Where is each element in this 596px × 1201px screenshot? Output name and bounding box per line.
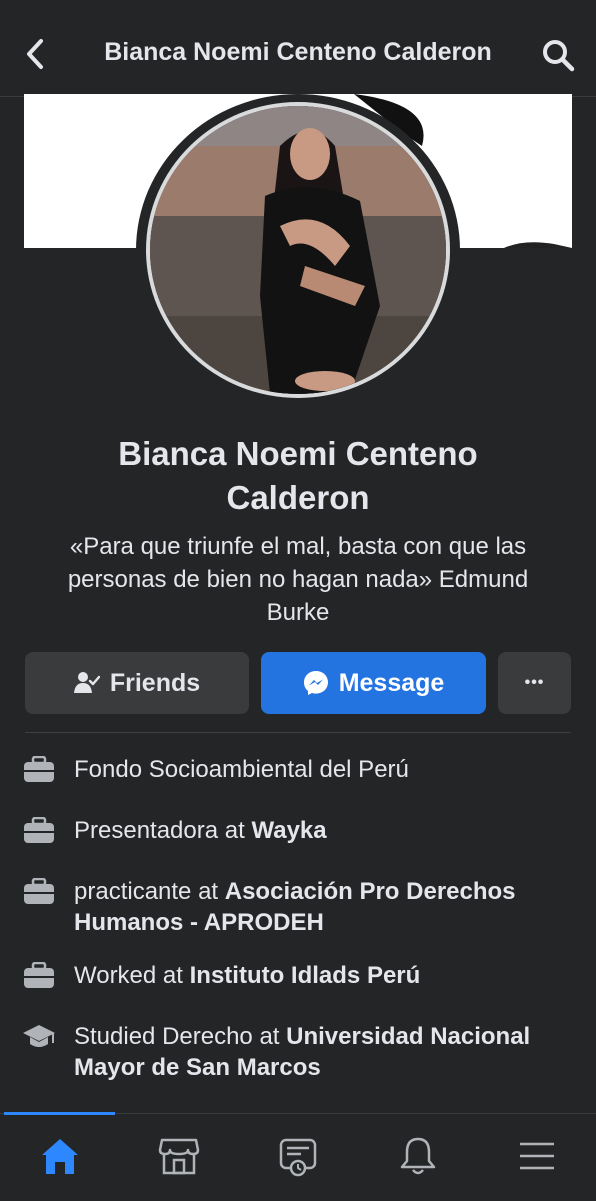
workplace-link-cont[interactable]: Humanos - APRODEH	[74, 909, 324, 936]
search-icon[interactable]	[540, 37, 576, 73]
workplace-link[interactable]: Wayka	[251, 817, 326, 844]
message-label: Message	[338, 668, 445, 697]
detail-text: Studied Derecho at Universidad Nacional …	[74, 1023, 531, 1081]
profile-name-line1: Bianca Noemi Centeno	[118, 435, 478, 472]
bottom-nav	[0, 1112, 596, 1201]
section-divider	[25, 732, 571, 733]
workplace-link[interactable]: Instituto Idlads Perú	[190, 962, 421, 989]
news-feed-icon[interactable]	[276, 1134, 320, 1178]
school-link-cont[interactable]: Mayor de San Marcos	[74, 1054, 321, 1081]
bio-line3: Burke	[266, 599, 330, 626]
detail-text: Worked at Instituto Idlads Perú	[74, 962, 421, 989]
profile-picture[interactable]	[146, 102, 450, 398]
workplace-link[interactable]: Asociación Pro Derechos	[225, 878, 516, 905]
briefcase-icon	[22, 755, 56, 784]
bio-line1: «Para que triunfe el mal, basta con que …	[69, 533, 527, 560]
page-title: Bianca Noemi Centeno Calderon	[104, 38, 492, 66]
school-link[interactable]: Universidad Nacional	[286, 1023, 530, 1050]
marketplace-icon[interactable]	[157, 1134, 201, 1178]
messenger-icon	[303, 671, 328, 695]
profile-bio: «Para que triunfe el mal, basta con que …	[40, 530, 556, 629]
back-icon[interactable]	[20, 36, 52, 72]
active-tab-indicator	[4, 1112, 115, 1115]
briefcase-icon	[22, 877, 56, 906]
notifications-icon[interactable]	[396, 1134, 440, 1178]
friend-check-icon	[73, 672, 100, 693]
briefcase-icon	[22, 816, 56, 845]
detail-text: practicante at Asociación Pro Derechos H…	[74, 878, 516, 936]
more-options-icon: •••	[524, 674, 545, 691]
home-icon[interactable]	[38, 1134, 82, 1178]
profile-name: Bianca Noemi Centeno Calderon	[40, 432, 556, 520]
graduation-cap-icon	[22, 1023, 56, 1051]
message-button[interactable]: Message	[261, 652, 486, 714]
top-bar: Bianca Noemi Centeno Calderon	[0, 0, 596, 97]
profile-name-line2: Calderon	[226, 479, 370, 516]
friends-label: Friends	[109, 668, 201, 697]
briefcase-icon	[22, 961, 56, 990]
more-options-button[interactable]: •••	[498, 652, 571, 714]
friends-button[interactable]: Friends	[25, 652, 249, 714]
detail-text: Fondo Socioambiental del Perú	[74, 756, 409, 783]
menu-icon[interactable]	[515, 1134, 559, 1178]
bio-line2: personas de bien no hagan nada» Edmund	[67, 566, 529, 593]
detail-text: Presentadora at Wayka	[74, 817, 327, 844]
